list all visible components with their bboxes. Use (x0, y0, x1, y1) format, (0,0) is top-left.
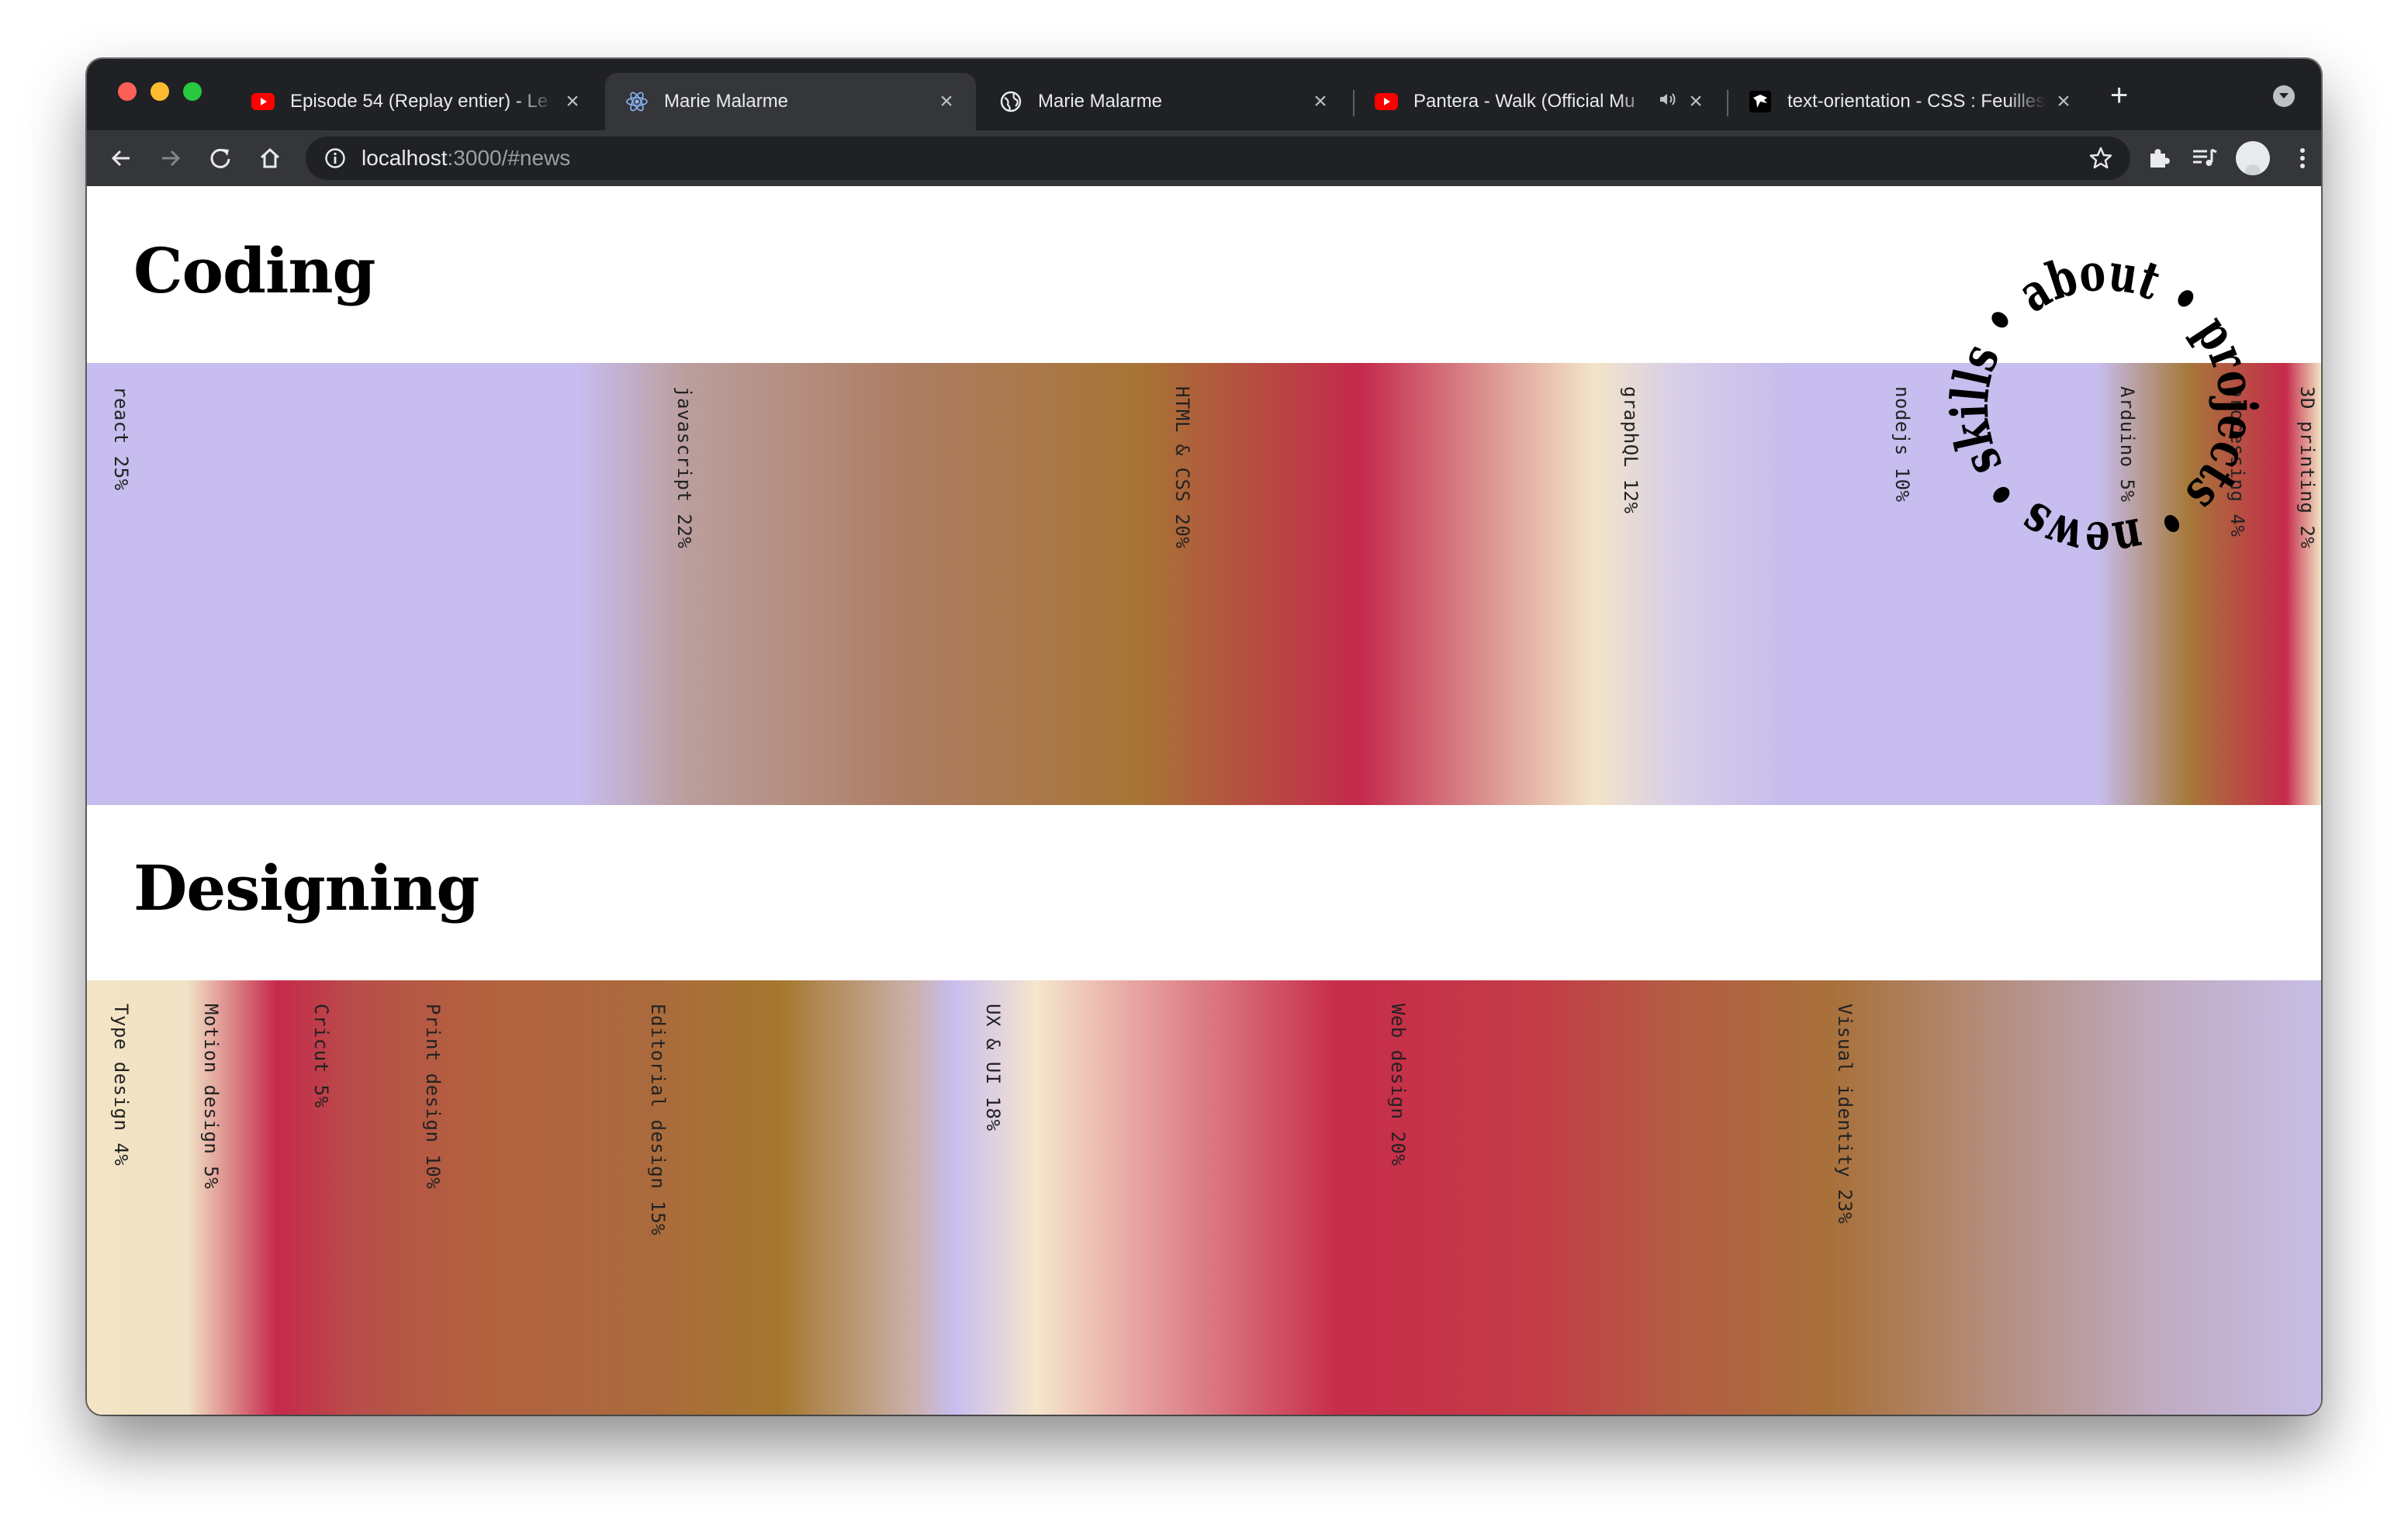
close-tab-icon[interactable]: × (2053, 88, 2074, 115)
skill-type-design: Type design 4% (110, 1004, 132, 1166)
skill-visual-identity: Visual identity 23% (1834, 1004, 1856, 1225)
tab-title: Episode 54 (Replay entier) - Le (290, 91, 548, 112)
skill-web-design: Web design 20% (1387, 1004, 1409, 1166)
url-host: localhost (362, 146, 448, 170)
new-tab-button[interactable]: + (2110, 80, 2128, 111)
close-tab-icon[interactable]: × (1310, 88, 1331, 115)
back-arrow-icon[interactable] (106, 143, 137, 174)
close-tab-icon[interactable]: × (562, 88, 583, 115)
nav-ring-links[interactable]: skills • about • projects • news • (1941, 244, 2267, 569)
skill-editorial-design: Editorial design 15% (647, 1004, 669, 1236)
skill-nodejs: nodejs 10% (1891, 386, 1913, 503)
bookmark-star-icon[interactable] (2088, 146, 2113, 171)
tab-text-orientation-mdn[interactable]: text-orientation - CSS : Feuilles × (1728, 73, 2093, 130)
skill-print-design: Print design 10% (422, 1004, 444, 1190)
tab-title: Marie Malarme (1038, 91, 1163, 112)
tab-search-chevron-icon[interactable] (2273, 85, 2295, 107)
youtube-icon (251, 90, 275, 113)
zoom-window-button[interactable] (183, 82, 202, 101)
mdn-icon (1749, 90, 1772, 113)
react-icon (625, 90, 649, 113)
browser-toolbar: localhost :3000/#news (87, 130, 2321, 186)
section-heading-designing: Designing (133, 852, 479, 924)
home-icon[interactable] (254, 143, 285, 174)
skill-cricut: Cricut 5% (310, 1004, 332, 1108)
browser-window: Episode 54 (Replay entier) - Le × Marie … (87, 59, 2321, 1415)
tab-title: Marie Malarme (664, 91, 789, 112)
skill-javascript: javascript 22% (673, 386, 695, 549)
tab-title: text-orientation - CSS : Feuilles (1787, 91, 2046, 112)
address-bar[interactable]: localhost :3000/#news (306, 137, 2130, 180)
tab-marie-malarme[interactable]: Marie Malarme × (979, 73, 1350, 130)
minimize-window-button[interactable] (150, 82, 169, 101)
site-info-icon[interactable] (323, 146, 348, 171)
tab-pantera-walk[interactable]: Pantera - Walk (Official Mu × (1354, 73, 1725, 130)
skill-react: react 25% (110, 386, 132, 491)
profile-avatar[interactable] (2236, 141, 2270, 175)
skill-graphql: graphQL 12% (1620, 386, 1642, 514)
nav-ring-text[interactable]: skills • about • projects • news • (1941, 244, 2267, 569)
media-queue-icon[interactable] (2189, 143, 2220, 174)
youtube-icon (1375, 90, 1398, 113)
close-tab-icon[interactable]: × (936, 88, 957, 115)
page-content: Coding react 25% javascript 22% HTML & C… (87, 186, 2321, 1415)
url-path: :3000/#news (447, 146, 571, 170)
more-menu-icon[interactable] (2287, 143, 2318, 174)
skill-ux-ui: UX & UI 18% (982, 1004, 1004, 1132)
extensions-puzzle-icon[interactable] (2143, 143, 2174, 174)
close-window-button[interactable] (118, 82, 137, 101)
skill-3d-printing: 3D printing 2% (2296, 386, 2318, 549)
skill-motion-design: Motion design 5% (200, 1004, 222, 1190)
globe-icon (999, 90, 1022, 113)
tab-strip: Episode 54 (Replay entier) - Le × Marie … (87, 59, 2321, 130)
tab-marie-malarme-active[interactable]: Marie Malarme × (605, 73, 976, 130)
reload-icon[interactable] (205, 143, 236, 174)
close-tab-icon[interactable]: × (1685, 88, 1707, 115)
section-heading-coding: Coding (133, 234, 375, 307)
skill-html-css: HTML & CSS 20% (1171, 386, 1193, 549)
tab-episode-54[interactable]: Episode 54 (Replay entier) - Le × (231, 73, 602, 130)
circular-nav-ring[interactable]: skills • about • projects • news • (1941, 244, 2267, 569)
speaker-icon[interactable] (1659, 91, 1679, 112)
designing-skills-band: Type design 4% Motion design 5% Cricut 5… (87, 980, 2321, 1415)
forward-arrow-icon[interactable] (155, 143, 186, 174)
tab-title: Pantera - Walk (Official Mu (1413, 91, 1635, 112)
